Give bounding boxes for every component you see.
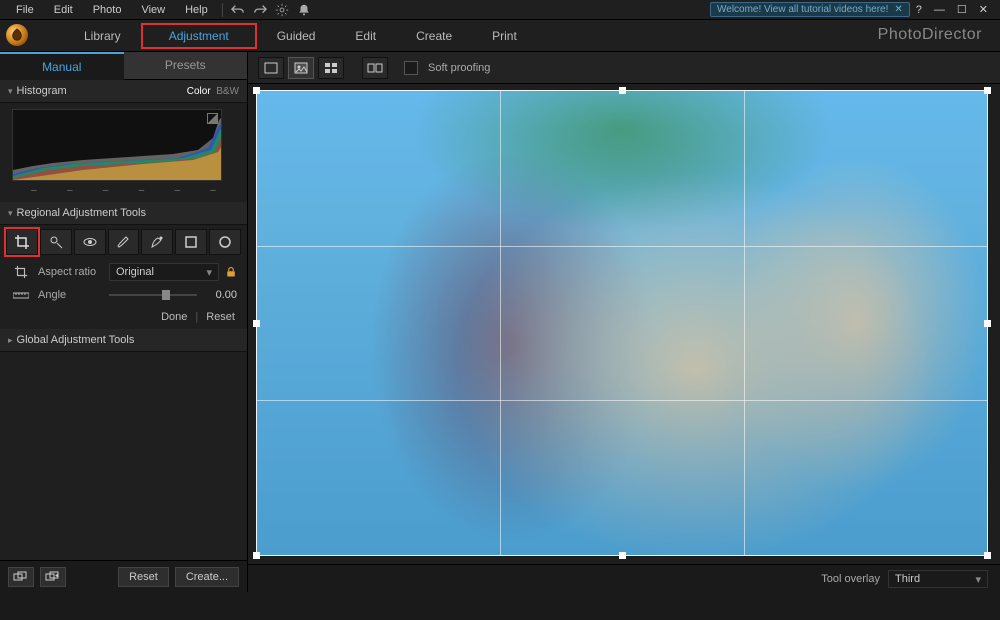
histogram-display bbox=[12, 109, 222, 181]
footer-create-button[interactable]: Create... bbox=[175, 567, 239, 587]
module-edit[interactable]: Edit bbox=[335, 23, 396, 49]
view-compare-icon[interactable] bbox=[288, 57, 314, 79]
brush-tool-icon[interactable] bbox=[108, 229, 140, 255]
module-guided[interactable]: Guided bbox=[257, 23, 336, 49]
app-logo-icon bbox=[6, 24, 28, 46]
crop-handle[interactable] bbox=[619, 552, 626, 559]
aspect-ratio-select[interactable]: Original bbox=[109, 263, 219, 281]
lock-icon[interactable] bbox=[225, 266, 237, 278]
viewer: Soft proofing Tool overlay Third bbox=[248, 52, 1000, 592]
paste-settings-icon[interactable] bbox=[40, 567, 66, 587]
crop-icon bbox=[10, 265, 32, 279]
menu-help[interactable]: Help bbox=[175, 4, 218, 16]
panel-histogram-title: Histogram bbox=[17, 85, 187, 97]
radial-tool-icon[interactable] bbox=[209, 229, 241, 255]
minimize-icon[interactable]: — bbox=[928, 4, 951, 16]
redo-icon[interactable] bbox=[249, 3, 271, 17]
clipping-indicator-icon[interactable] bbox=[207, 113, 218, 124]
footer-reset-button[interactable]: Reset bbox=[118, 567, 169, 587]
soft-proofing-checkbox[interactable] bbox=[404, 61, 418, 75]
regional-tool-row bbox=[0, 225, 247, 259]
crop-handle[interactable] bbox=[984, 552, 991, 559]
module-print[interactable]: Print bbox=[472, 23, 537, 49]
brand-label: PhotoDirector bbox=[878, 26, 982, 44]
view-single-icon[interactable] bbox=[258, 57, 284, 79]
selection-tool-icon[interactable] bbox=[141, 229, 173, 255]
menu-bar: File Edit Photo View Help Welcome! View … bbox=[0, 0, 1000, 20]
canvas-area[interactable] bbox=[248, 84, 1000, 564]
aspect-ratio-row: Aspect ratio Original bbox=[0, 259, 247, 285]
slider-thumb[interactable] bbox=[162, 290, 170, 300]
welcome-close-icon[interactable]: ✕ bbox=[894, 4, 902, 15]
menu-photo[interactable]: Photo bbox=[83, 4, 132, 16]
crop-handle[interactable] bbox=[984, 87, 991, 94]
chevron-down-icon: ▾ bbox=[8, 86, 13, 97]
angle-label: Angle bbox=[38, 289, 103, 301]
angle-slider[interactable] bbox=[109, 294, 197, 296]
help-icon[interactable]: ? bbox=[910, 4, 928, 16]
histogram-readout: –––––– bbox=[12, 181, 235, 198]
panel-global-header[interactable]: ▸ Global Adjustment Tools bbox=[0, 329, 247, 352]
chevron-down-icon: ▾ bbox=[8, 208, 13, 219]
crop-overlay[interactable] bbox=[256, 90, 988, 556]
panel-regional-title: Regional Adjustment Tools bbox=[17, 207, 239, 219]
undo-icon[interactable] bbox=[227, 3, 249, 17]
module-create[interactable]: Create bbox=[396, 23, 472, 49]
tool-overlay-label: Tool overlay bbox=[821, 573, 880, 585]
crop-handle[interactable] bbox=[984, 320, 991, 327]
crop-tool-icon[interactable] bbox=[6, 229, 38, 255]
settings-icon[interactable] bbox=[271, 3, 293, 17]
view-grid-icon[interactable] bbox=[318, 57, 344, 79]
angle-row: Angle 0.00 bbox=[0, 285, 247, 305]
chevron-right-icon: ▸ bbox=[8, 335, 13, 346]
side-tab-manual[interactable]: Manual bbox=[0, 52, 124, 80]
menu-file[interactable]: File bbox=[6, 4, 44, 16]
crop-handle[interactable] bbox=[619, 87, 626, 94]
viewer-footer: Tool overlay Third bbox=[248, 564, 1000, 592]
sidebar-footer: Reset Create... bbox=[0, 560, 247, 592]
redeye-tool-icon[interactable] bbox=[74, 229, 106, 255]
bell-icon[interactable] bbox=[293, 3, 315, 17]
module-tabs: Library Adjustment Guided Edit Create Pr… bbox=[0, 20, 1000, 52]
copy-settings-icon[interactable] bbox=[8, 567, 34, 587]
menu-edit[interactable]: Edit bbox=[44, 4, 83, 16]
crop-handle[interactable] bbox=[253, 320, 260, 327]
ruler-icon bbox=[10, 290, 32, 300]
soft-proofing-label: Soft proofing bbox=[428, 62, 490, 74]
welcome-banner[interactable]: Welcome! View all tutorial videos here! … bbox=[710, 2, 910, 17]
panel-histogram-header[interactable]: ▾ Histogram Color B&W bbox=[0, 80, 247, 103]
crop-handle[interactable] bbox=[253, 552, 260, 559]
viewer-toolbar: Soft proofing bbox=[248, 52, 1000, 84]
maximize-icon[interactable]: ☐ bbox=[951, 3, 973, 16]
menu-view[interactable]: View bbox=[131, 4, 175, 16]
side-tab-presets[interactable]: Presets bbox=[124, 52, 248, 80]
gradient-tool-icon[interactable] bbox=[175, 229, 207, 255]
sidebar: Manual Presets ▾ Histogram Color B&W bbox=[0, 52, 248, 592]
aspect-ratio-label: Aspect ratio bbox=[38, 266, 103, 278]
crop-handle[interactable] bbox=[253, 87, 260, 94]
crop-actions: Done | Reset bbox=[0, 305, 247, 329]
spot-removal-tool-icon[interactable] bbox=[40, 229, 72, 255]
tool-overlay-select[interactable]: Third bbox=[888, 570, 988, 588]
reset-button[interactable]: Reset bbox=[206, 311, 235, 323]
view-dual-icon[interactable] bbox=[362, 57, 388, 79]
angle-value: 0.00 bbox=[203, 289, 237, 301]
hist-mode-bw[interactable]: B&W bbox=[216, 86, 239, 97]
menu-divider bbox=[222, 3, 223, 17]
hist-mode-color[interactable]: Color bbox=[187, 86, 211, 97]
module-adjustment[interactable]: Adjustment bbox=[141, 23, 257, 49]
panel-global-title: Global Adjustment Tools bbox=[17, 334, 239, 346]
done-button[interactable]: Done bbox=[161, 311, 187, 323]
module-library[interactable]: Library bbox=[64, 23, 141, 49]
histogram-panel: –––––– bbox=[0, 103, 247, 202]
close-icon[interactable]: ✕ bbox=[973, 3, 994, 16]
panel-regional-header[interactable]: ▾ Regional Adjustment Tools bbox=[0, 202, 247, 225]
welcome-text: Welcome! View all tutorial videos here! bbox=[717, 4, 888, 15]
